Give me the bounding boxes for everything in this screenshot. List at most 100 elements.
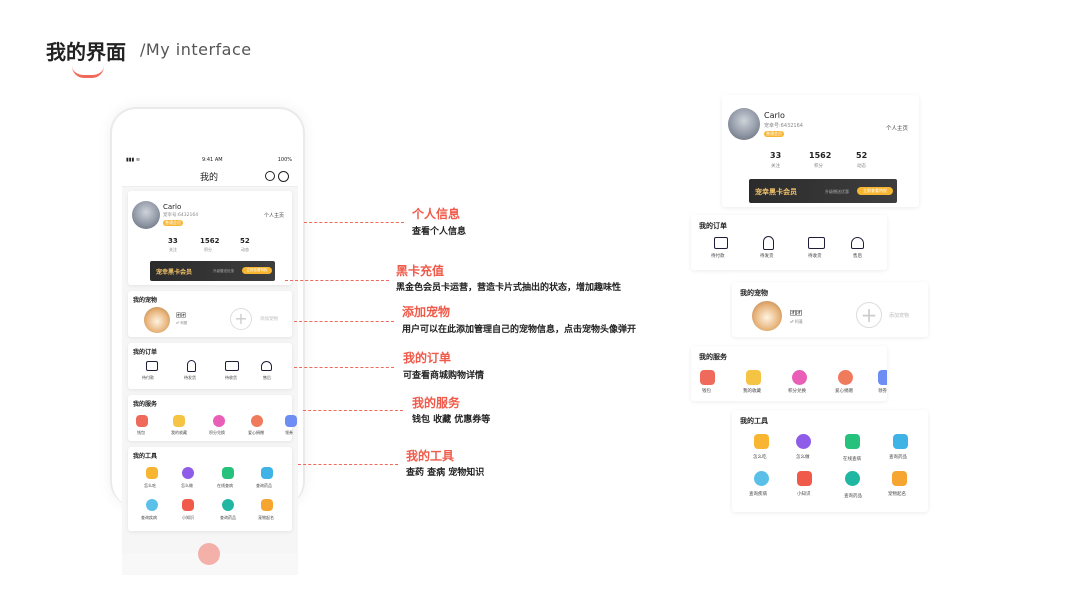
wallet-icon[interactable]	[714, 237, 728, 249]
rocket-icon[interactable]	[763, 236, 774, 250]
coupon-icon[interactable]	[285, 415, 297, 427]
stat-value: 1562	[200, 237, 220, 245]
avatar[interactable]	[728, 108, 760, 140]
black-card[interactable]: 宠幸黑卡会员 升级赠送优惠 立即查看特权	[150, 261, 275, 281]
truck-icon[interactable]	[808, 237, 825, 249]
order-item-label: 待发货	[184, 375, 196, 380]
wallet-icon[interactable]	[146, 361, 158, 371]
points-icon[interactable]	[213, 415, 225, 427]
callout-desc: 用户可以在此添加管理自己的宠物信息，点击宠物头像弹开	[402, 325, 637, 335]
callout-title: 个人信息	[412, 207, 461, 221]
profile-id: 宠幸号:6432164	[764, 123, 803, 129]
callout-desc: 可查看商城购物详情	[403, 371, 485, 381]
tool-item-label: 怎么吃	[753, 455, 767, 460]
nav-bar: 我的	[122, 165, 298, 187]
order-item-label: 售后	[263, 375, 271, 380]
signal-icon: ▮▮▮ ≋	[126, 157, 141, 163]
coupon-icon[interactable]	[878, 370, 887, 385]
headset-icon[interactable]	[851, 237, 864, 249]
service-item-label: 爱心捐赠	[835, 389, 853, 394]
tool-item-label: 宠物起名	[258, 515, 274, 520]
home-link[interactable]: 个人主页	[886, 124, 908, 132]
food-icon[interactable]	[146, 467, 158, 479]
donate-icon[interactable]	[251, 415, 263, 427]
tool-item-label: 查询疾病	[141, 515, 157, 520]
diagnose-icon[interactable]	[845, 434, 860, 449]
pet-name: 团团	[176, 313, 187, 319]
tool-item-label: 查询药品	[220, 515, 236, 520]
wallet-icon[interactable]	[136, 415, 148, 427]
medicine-icon[interactable]	[893, 434, 908, 449]
pet-avatar[interactable]	[144, 307, 170, 333]
tool-item-label: 在线查病	[217, 483, 233, 488]
medicine-icon[interactable]	[261, 467, 273, 479]
service-item-label: 领券	[878, 389, 887, 394]
home-link[interactable]: 个人主页	[264, 212, 284, 219]
food-icon[interactable]	[754, 434, 769, 449]
page-title: 我的界面	[46, 40, 126, 64]
pet-avatar[interactable]	[752, 301, 782, 331]
naming-icon[interactable]	[892, 471, 907, 486]
rocket-icon[interactable]	[187, 360, 196, 372]
order-item-label: 待付款	[142, 375, 154, 380]
nav-title: 我的	[200, 173, 219, 183]
collection-icon[interactable]	[173, 415, 185, 427]
callout-line	[303, 410, 403, 411]
disease-icon[interactable]	[754, 471, 769, 486]
collection-icon[interactable]	[746, 370, 761, 385]
black-card-button[interactable]: 立即查看特权	[857, 187, 893, 195]
profile-card[interactable]: Carlo 宠幸号:6432164 普通会员 个人主页 33 关注 1562 积…	[128, 191, 292, 285]
black-card-desc: 升级赠送优惠	[825, 189, 849, 194]
profile-name: Carlo	[163, 203, 182, 211]
callout-line	[298, 464, 398, 465]
tool-item-label: 查询药品	[889, 455, 907, 460]
tool-item-label: 查询药品	[256, 483, 272, 488]
black-card-button[interactable]: 立即查看特权	[242, 267, 272, 274]
add-pet-label[interactable]: 添加宠物	[260, 316, 278, 322]
services-title: 我的服务	[133, 401, 158, 408]
add-pet-icon[interactable]: +	[230, 308, 252, 330]
add-pet-icon[interactable]: +	[856, 302, 882, 328]
donate-icon[interactable]	[838, 370, 853, 385]
add-button[interactable]	[198, 543, 220, 565]
add-pet-label[interactable]: 添加宠物	[889, 312, 909, 319]
howto-icon[interactable]	[182, 467, 194, 479]
callout-title: 我的订单	[403, 351, 452, 365]
title-underline	[72, 66, 104, 78]
diagnose-icon[interactable]	[222, 467, 234, 479]
stat-value: 52	[240, 237, 250, 245]
callout-title: 我的服务	[412, 396, 461, 410]
services-card: 我的服务 钱包 我的收藏 积分兑换 爱心捐赠 领券	[128, 395, 297, 441]
book-icon[interactable]	[182, 499, 194, 511]
callout-line	[294, 321, 394, 322]
callout-desc: 查药 查病 宠物知识	[406, 468, 485, 478]
message-icon[interactable]	[278, 171, 289, 182]
headset-icon[interactable]	[261, 361, 272, 371]
order-item-label: 待收货	[808, 254, 822, 259]
truck-icon[interactable]	[225, 361, 239, 371]
callout-title: 黑卡充值	[396, 264, 445, 278]
tools-title: 我的工具	[740, 417, 768, 425]
black-card[interactable]: 宠幸黑卡会员 升级赠送优惠 立即查看特权	[749, 179, 897, 203]
order-item-label: 待发货	[760, 254, 774, 259]
search-drug-icon[interactable]	[222, 499, 234, 511]
naming-icon[interactable]	[261, 499, 273, 511]
wallet-icon[interactable]	[700, 370, 715, 385]
book-icon[interactable]	[797, 471, 812, 486]
settings-icon[interactable]	[265, 171, 275, 181]
profile-id: 宠幸号:6432164	[163, 213, 199, 218]
service-item-label: 我的收藏	[743, 389, 761, 394]
search-drug-icon[interactable]	[845, 471, 860, 486]
howto-icon[interactable]	[796, 434, 811, 449]
avatar[interactable]	[132, 201, 160, 229]
points-icon[interactable]	[792, 370, 807, 385]
callout-desc: 钱包 收藏 优惠券等	[412, 415, 491, 425]
profile-card[interactable]: Carlo 宠幸号:6432164 普通会员 个人主页 33 关注 1562 积…	[722, 95, 919, 207]
tools-card: 我的工具 怎么吃 怎么做 在线查病 查询药品 查询疾病 小知识 查询药品 宠物起…	[128, 447, 292, 531]
stat-label: 动态	[857, 164, 866, 169]
services-card: 我的服务 钱包 我的收藏 积分兑换 爱心捐赠 领券	[691, 346, 887, 401]
callout-line	[304, 222, 404, 223]
disease-icon[interactable]	[146, 499, 158, 511]
orders-title: 我的订单	[133, 349, 158, 356]
order-item-label: 待收货	[225, 375, 237, 380]
